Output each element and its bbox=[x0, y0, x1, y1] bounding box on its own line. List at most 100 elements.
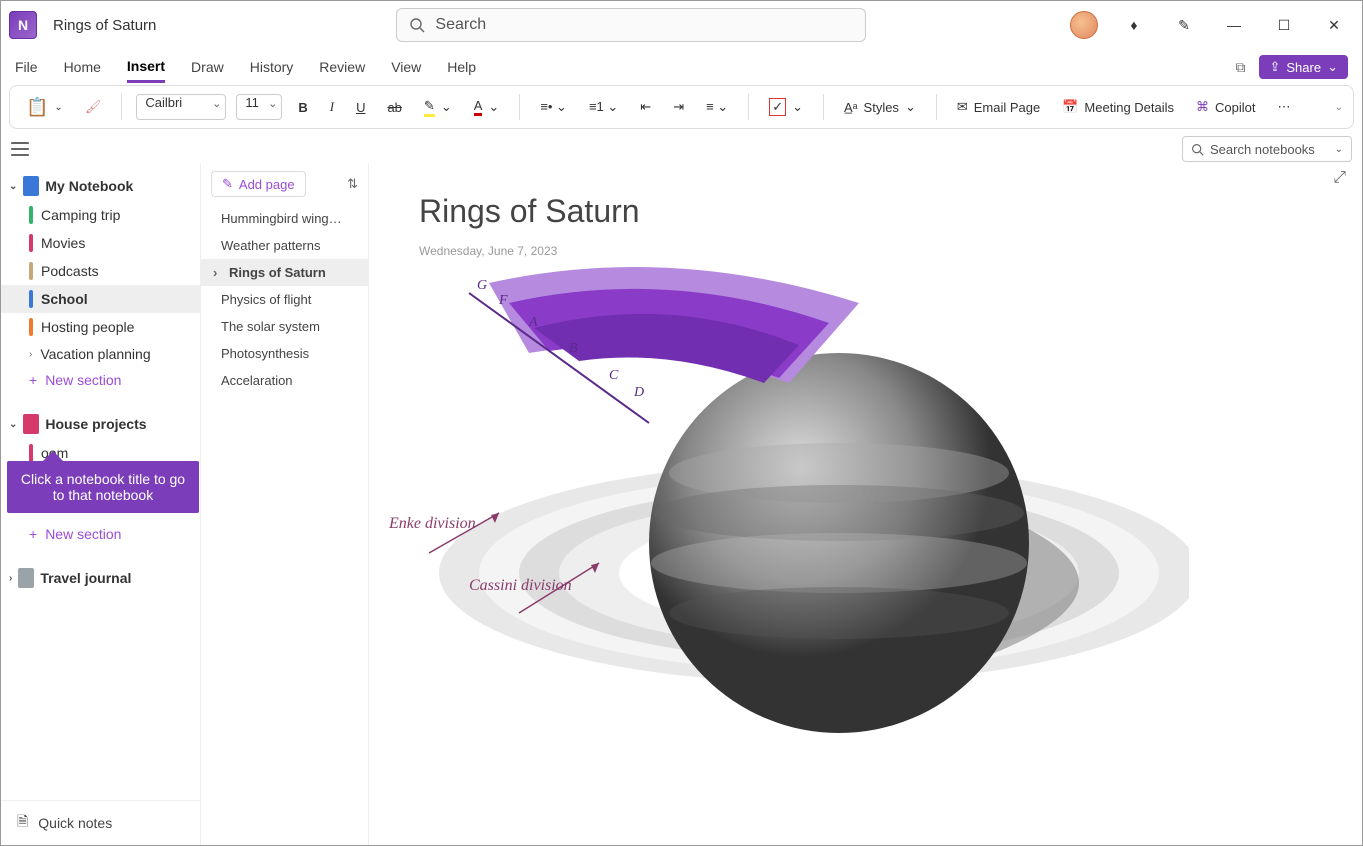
page-item[interactable]: Weather patterns bbox=[201, 232, 368, 259]
main-area: ⌄ My Notebook Camping trip Movies Podcas… bbox=[1, 163, 1362, 845]
page-item[interactable]: Rings of Saturn bbox=[201, 259, 368, 286]
strikethrough-button[interactable]: ab bbox=[381, 96, 407, 119]
bold-button[interactable]: B bbox=[292, 96, 313, 119]
tab-draw[interactable]: Draw bbox=[191, 53, 224, 81]
tab-file[interactable]: File bbox=[15, 53, 38, 81]
page-title[interactable]: Rings of Saturn bbox=[419, 193, 1312, 230]
notebook-name: My Notebook bbox=[45, 178, 133, 194]
nav-toggle-button[interactable] bbox=[11, 142, 29, 156]
page-item[interactable]: Photosynthesis bbox=[201, 340, 368, 367]
user-avatar[interactable] bbox=[1070, 11, 1098, 39]
font-size-select[interactable]: 11 bbox=[236, 94, 282, 120]
page-item[interactable]: Physics of flight bbox=[201, 286, 368, 313]
search-box[interactable]: Search bbox=[396, 8, 866, 42]
saturn-illustration bbox=[369, 253, 1189, 733]
sort-icon[interactable]: ⇅ bbox=[347, 176, 358, 192]
minimize-button[interactable]: — bbox=[1220, 11, 1248, 39]
highlight-button[interactable]: ✎ ⌄ bbox=[418, 94, 458, 121]
search-notebooks-input[interactable]: Search notebooks ⌄ bbox=[1182, 136, 1352, 162]
meeting-label: Meeting Details bbox=[1084, 100, 1174, 115]
more-button[interactable]: ⋯ bbox=[1272, 95, 1297, 119]
section-item[interactable]: School bbox=[1, 285, 200, 313]
tab-insert[interactable]: Insert bbox=[127, 52, 165, 83]
section-label: Camping trip bbox=[41, 207, 120, 223]
section-label: School bbox=[41, 291, 88, 307]
new-section-button[interactable]: +New section bbox=[1, 367, 200, 393]
search-icon bbox=[1191, 143, 1204, 156]
bullets-button[interactable]: ≡• ⌄ bbox=[534, 95, 573, 119]
ring-label: D bbox=[634, 385, 644, 401]
ribbon: 📋⌄ 🖌 Cailbri 11 B I U ab ✎ ⌄ A ⌄ ≡• ⌄ ≡1… bbox=[9, 85, 1354, 129]
ring-label: B bbox=[569, 341, 578, 357]
font-select[interactable]: Cailbri bbox=[136, 94, 226, 120]
ring-label: G bbox=[477, 278, 487, 294]
styles-button[interactable]: A̲ᵃStyles ⌄ bbox=[838, 95, 922, 119]
section-group-item[interactable]: ›Vacation planning bbox=[1, 341, 200, 367]
section-label: Podcasts bbox=[41, 263, 99, 279]
font-color-button[interactable]: A ⌄ bbox=[468, 94, 506, 120]
tab-review[interactable]: Review bbox=[319, 53, 365, 81]
underline-button[interactable]: U bbox=[350, 96, 371, 119]
add-page-icon: ✎ bbox=[222, 176, 233, 192]
section-label: Hosting people bbox=[41, 319, 134, 335]
expand-icon[interactable]: ⤢ bbox=[1333, 169, 1346, 187]
maximize-button[interactable]: ☐ bbox=[1270, 11, 1298, 39]
tab-history[interactable]: History bbox=[250, 53, 294, 81]
notebook-header[interactable]: › Travel journal bbox=[1, 563, 200, 593]
meeting-details-button[interactable]: 📅Meeting Details bbox=[1056, 95, 1180, 119]
annotation-cassini: Cassini division bbox=[469, 577, 572, 595]
quick-notes-label: Quick notes bbox=[38, 815, 112, 831]
numbering-button[interactable]: ≡1 ⌄ bbox=[583, 95, 624, 119]
chevron-right-icon: › bbox=[9, 573, 12, 584]
page-item[interactable]: Accelaration bbox=[201, 367, 368, 394]
section-item[interactable]: Hosting people bbox=[1, 313, 200, 341]
new-section-button[interactable]: + New section bbox=[1, 521, 200, 547]
ribbon-expand-button[interactable]: ⌄ bbox=[1335, 102, 1343, 113]
notebook-icon bbox=[18, 568, 34, 588]
chevron-down-icon: ⌄ bbox=[9, 419, 17, 430]
section-item[interactable]: Movies bbox=[1, 229, 200, 257]
plus-icon: + bbox=[29, 526, 37, 542]
indent-button[interactable]: ⇥ bbox=[667, 95, 690, 119]
note-icon: 🗎 bbox=[17, 811, 28, 835]
copilot-button[interactable]: ⌘Copilot bbox=[1190, 95, 1261, 119]
pen-icon[interactable]: ✎ bbox=[1170, 11, 1198, 39]
quick-notes-button[interactable]: 🗎 Quick notes bbox=[1, 800, 200, 845]
format-painter-button[interactable]: 🖌 bbox=[79, 95, 108, 119]
chevron-down-icon: ⌄ bbox=[1327, 59, 1338, 75]
section-item[interactable]: Podcasts bbox=[1, 257, 200, 285]
tab-home[interactable]: Home bbox=[64, 53, 101, 81]
email-label: Email Page bbox=[974, 100, 1040, 115]
share-button[interactable]: ⇪ Share ⌄ bbox=[1259, 55, 1348, 79]
section-label: Vacation planning bbox=[40, 346, 150, 362]
tag-button[interactable]: ✓ ⌄ bbox=[763, 94, 809, 120]
tab-help[interactable]: Help bbox=[447, 53, 476, 81]
new-section-label: New section bbox=[45, 526, 121, 542]
outdent-button[interactable]: ⇤ bbox=[634, 95, 657, 119]
menu-tabs: File Home Insert Draw History Review Vie… bbox=[1, 49, 1362, 85]
share-icon: ⇪ bbox=[1269, 59, 1280, 75]
ring-label: F bbox=[499, 293, 508, 309]
search-notebooks-placeholder: Search notebooks bbox=[1210, 142, 1315, 157]
notebook-header[interactable]: ⌄ My Notebook bbox=[1, 171, 200, 201]
page-item[interactable]: Hummingbird wing… bbox=[201, 205, 368, 232]
notebook-name: House projects bbox=[45, 416, 146, 432]
search-icon bbox=[409, 17, 425, 33]
page-item[interactable]: The solar system bbox=[201, 313, 368, 340]
page-canvas[interactable]: ⤢ Rings of Saturn Wednesday, June 7, 202… bbox=[369, 163, 1362, 845]
add-page-button[interactable]: ✎ Add page bbox=[211, 171, 306, 197]
open-window-icon[interactable]: ⧉ bbox=[1235, 59, 1245, 76]
premium-icon[interactable]: ♦ bbox=[1120, 11, 1148, 39]
section-item[interactable]: Camping trip bbox=[1, 201, 200, 229]
coach-tooltip: Click a notebook title to go to that not… bbox=[7, 461, 199, 513]
align-button[interactable]: ≡ ⌄ bbox=[700, 95, 734, 119]
section-label: Movies bbox=[41, 235, 85, 251]
paste-button[interactable]: 📋⌄ bbox=[20, 93, 69, 122]
tab-view[interactable]: View bbox=[391, 53, 421, 81]
email-page-button[interactable]: ✉Email Page bbox=[951, 95, 1046, 119]
notebook-icon bbox=[23, 414, 39, 434]
add-page-label: Add page bbox=[239, 177, 295, 192]
italic-button[interactable]: I bbox=[324, 95, 340, 119]
close-button[interactable]: ✕ bbox=[1320, 11, 1348, 39]
notebook-header[interactable]: ⌄ House projects bbox=[1, 409, 200, 439]
